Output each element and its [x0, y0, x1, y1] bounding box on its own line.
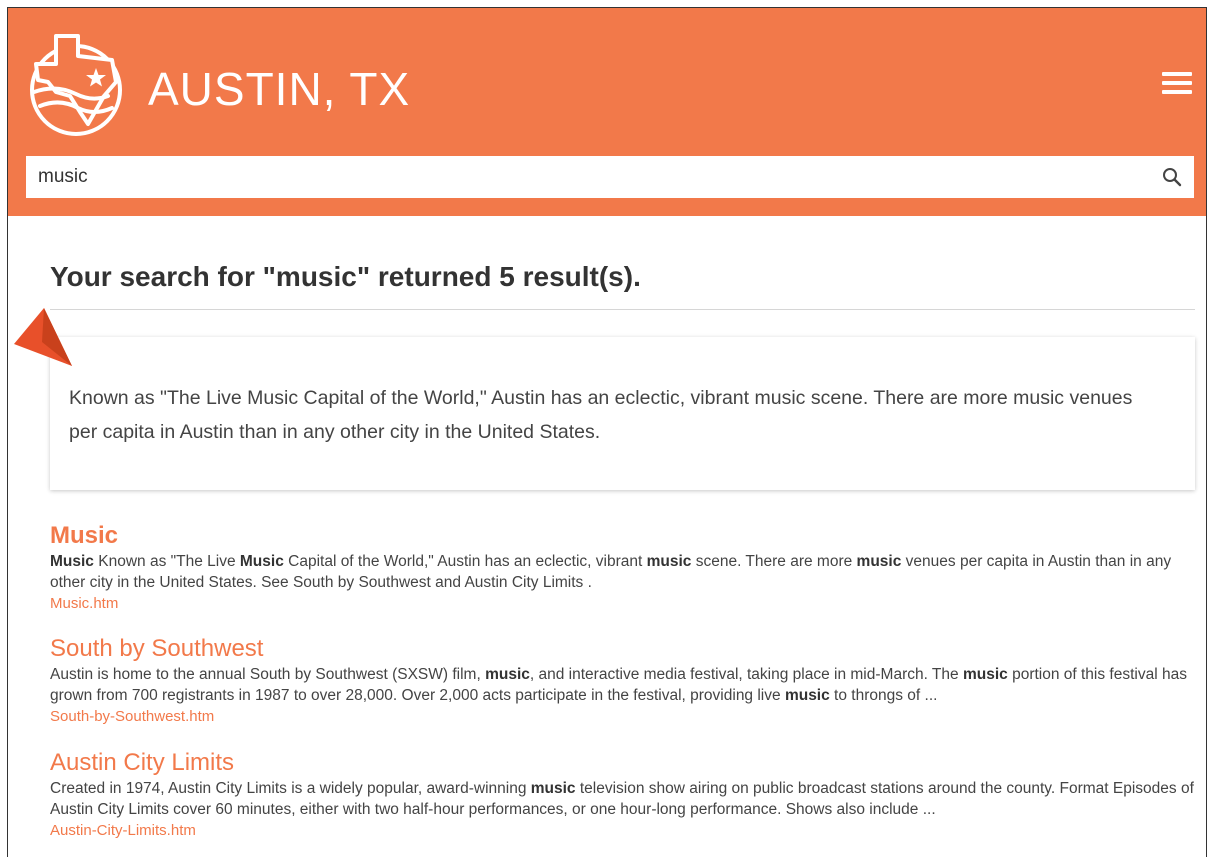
result-title-link[interactable]: Music: [50, 521, 1200, 551]
keyword-highlight: music: [530, 780, 576, 797]
result-url-link[interactable]: Music.htm: [50, 593, 1200, 615]
search-abstract-text: Known as "The Live Music Capital of the …: [69, 387, 1133, 443]
keyword-highlight: music: [485, 666, 530, 683]
search-abstract-card: Known as "The Live Music Capital of the …: [50, 337, 1195, 490]
search-icon[interactable]: [1160, 165, 1184, 189]
search-result: Austin City Limits Created in 1974, Aust…: [50, 748, 1200, 842]
result-title-link[interactable]: South by Southwest: [50, 634, 1200, 664]
search-input[interactable]: [26, 156, 1156, 198]
result-url-link[interactable]: South-by-Southwest.htm: [50, 706, 1200, 728]
texas-map-logo-icon[interactable]: [26, 26, 126, 138]
result-snippet: Created in 1974, Austin City Limits is a…: [50, 780, 1194, 818]
result-snippet: Music Known as "The Live Music Capital o…: [50, 553, 1172, 591]
search-result: Music Music Known as "The Live Music Cap…: [50, 521, 1200, 615]
keyword-highlight: music: [962, 666, 1008, 683]
site-title[interactable]: AUSTIN, TX: [148, 62, 410, 116]
keyword-highlight: Music: [50, 553, 94, 570]
result-title-link[interactable]: Austin City Limits: [50, 748, 1200, 778]
results-heading: Your search for "music" returned 5 resul…: [50, 261, 641, 292]
pointer-arrow-icon: [14, 308, 72, 366]
keyword-highlight: music: [784, 687, 830, 704]
keyword-highlight: music: [646, 553, 692, 570]
result-snippet: Austin is home to the annual South by So…: [50, 666, 1187, 704]
browser-page: AUSTIN, TX Your search for "music" retur…: [7, 7, 1207, 857]
search-result: South by Southwest Austin is home to the…: [50, 634, 1200, 728]
hamburger-menu-icon[interactable]: [1162, 72, 1192, 96]
result-url-link[interactable]: Austin-City-Limits.htm: [50, 820, 1200, 842]
keyword-highlight: Music: [239, 553, 284, 570]
keyword-highlight: music: [856, 553, 902, 570]
divider: [50, 309, 1195, 310]
search-bar: [26, 156, 1194, 198]
site-header: AUSTIN, TX: [8, 8, 1206, 216]
